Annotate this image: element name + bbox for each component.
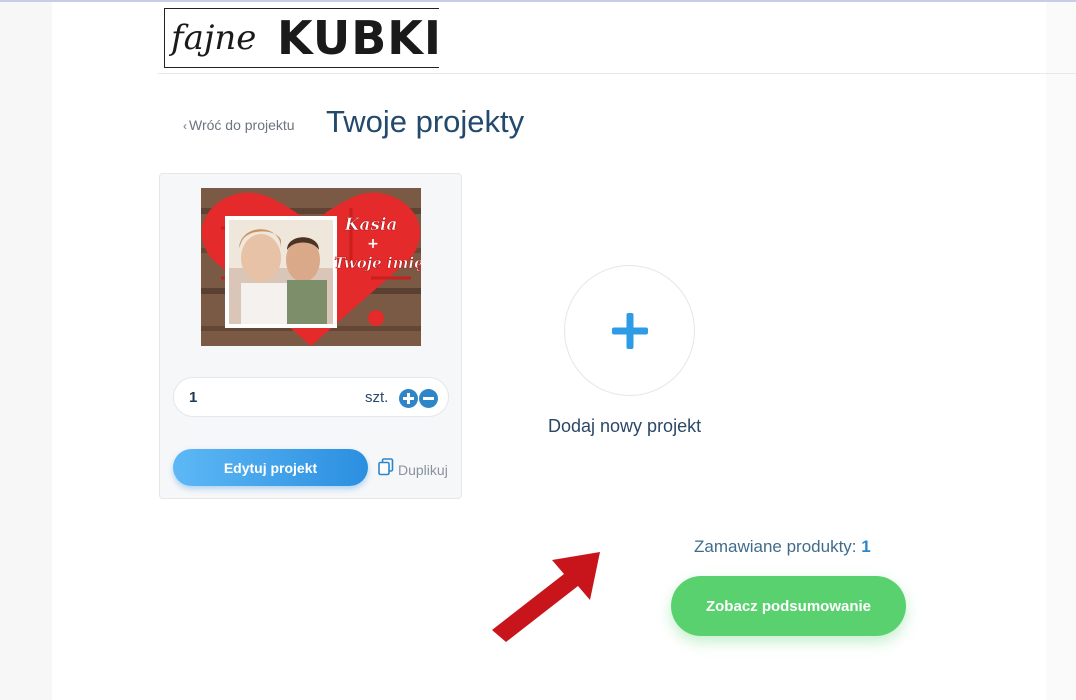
left-gutter <box>0 2 52 700</box>
ordered-products-count: 1 <box>861 537 871 556</box>
copy-icon <box>378 458 394 481</box>
logo-script-graphic: fajne <box>168 18 256 58</box>
plus-circle-icon[interactable] <box>399 389 418 408</box>
add-project-label[interactable]: Dodaj nowy projekt <box>548 416 701 437</box>
duplicate-label: Duplikuj <box>398 461 448 478</box>
logo-block-text: KUBKI <box>277 11 443 65</box>
back-to-project-link[interactable]: ‹ Wróć do projektu <box>183 117 295 133</box>
quantity-stepper[interactable]: 1 szt. <box>173 377 449 417</box>
logo-script-part: fajne <box>165 9 271 67</box>
chevron-left-icon: ‹ <box>183 119 187 133</box>
red-arrow-annotation <box>492 552 600 642</box>
header-divider <box>158 73 1076 74</box>
ordered-products-label: Zamawiane produkty: <box>694 537 857 556</box>
minus-circle-icon[interactable] <box>419 389 438 408</box>
thumbnail-name-bottom: Twoje imię <box>334 254 421 272</box>
project-thumbnail[interactable]: Kasia + Twoje imię <box>201 188 421 346</box>
right-gutter <box>1046 2 1076 700</box>
logo-block-part: KUBKI <box>271 9 443 67</box>
thumbnail-plus: + <box>367 236 379 252</box>
back-link-label: Wróć do projektu <box>189 117 295 133</box>
duplicate-project-link[interactable]: Duplikuj <box>378 458 448 481</box>
plus-icon <box>611 312 648 349</box>
site-logo[interactable]: fajne KUBKI <box>164 8 443 68</box>
quantity-unit: szt. <box>365 389 389 406</box>
window-top-border <box>0 0 1076 2</box>
view-summary-button[interactable]: Zobacz podsumowanie <box>671 576 906 636</box>
ordered-products-summary: Zamawiane produkty: 1 <box>694 537 871 557</box>
edit-project-button[interactable]: Edytuj projekt <box>173 449 368 486</box>
thumbnail-name-top: Kasia <box>344 215 398 235</box>
puzzle-heart-photo: Kasia + Twoje imię <box>201 188 421 346</box>
add-project-button[interactable] <box>564 265 695 396</box>
quantity-value[interactable]: 1 <box>189 389 197 406</box>
page-title: Twoje projekty <box>326 104 525 139</box>
logo-script-text: fajne <box>168 18 256 58</box>
project-card: Kasia + Twoje imię 1 szt. Edytuj projekt… <box>159 173 462 499</box>
